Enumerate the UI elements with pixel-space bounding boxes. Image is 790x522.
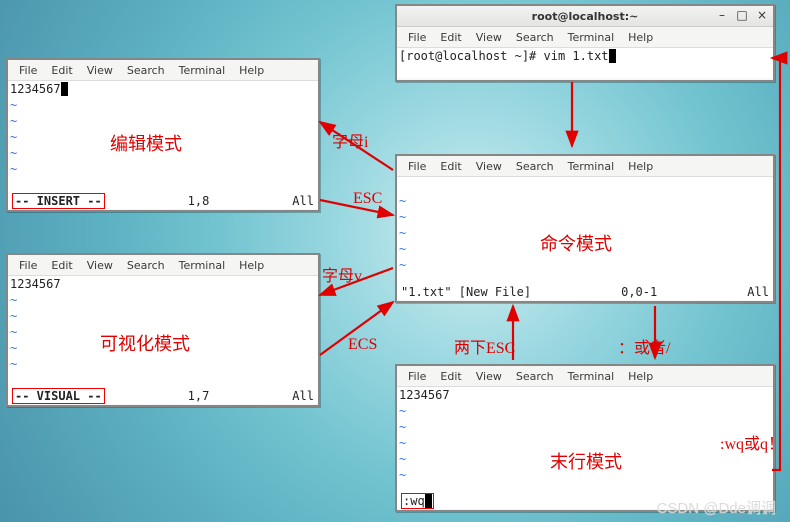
menu-file[interactable]: File	[401, 370, 433, 383]
scroll-pos: All	[292, 389, 314, 403]
menu-terminal[interactable]: Terminal	[172, 64, 233, 77]
menu-file[interactable]: File	[12, 64, 44, 77]
label-ecs: ECS	[348, 336, 377, 354]
menu-search[interactable]: Search	[509, 31, 561, 44]
menubar[interactable]: File Edit View Search Terminal Help	[397, 366, 773, 387]
close-icon[interactable]: ×	[755, 8, 769, 22]
window-title: root@localhost:~	[532, 10, 639, 23]
minimize-icon[interactable]: –	[715, 8, 729, 22]
cursor-icon	[61, 82, 68, 96]
label-esc: ESC	[353, 190, 382, 208]
menu-search[interactable]: Search	[120, 64, 172, 77]
menu-edit[interactable]: Edit	[433, 370, 468, 383]
menu-search[interactable]: Search	[509, 370, 561, 383]
buffer-content: 1234567	[10, 277, 61, 291]
watermark: CSDN @Dde调调	[657, 497, 776, 518]
menubar[interactable]: File Edit View Search Terminal Help	[397, 27, 773, 48]
cursor-pos: 1,7	[188, 389, 210, 403]
terminal-visual-mode: File Edit View Search Terminal Help 1234…	[6, 253, 320, 407]
terminal-body[interactable]: [root@localhost ~]# vim 1.txt	[397, 48, 773, 78]
menu-edit[interactable]: Edit	[44, 259, 79, 272]
maximize-icon[interactable]: □	[735, 8, 749, 22]
terminal-launch: root@localhost:~ – □ × File Edit View Se…	[395, 4, 775, 82]
menu-help[interactable]: Help	[232, 64, 271, 77]
menu-terminal[interactable]: Terminal	[172, 259, 233, 272]
menu-terminal[interactable]: Terminal	[561, 160, 622, 173]
label-letter-v: 字母v	[322, 262, 362, 286]
statusbar: -- INSERT -- 1,8 All	[8, 193, 318, 209]
menubar[interactable]: File Edit View Search Terminal Help	[397, 156, 773, 177]
menu-view[interactable]: View	[469, 370, 509, 383]
terminal-lastline-mode: File Edit View Search Terminal Help 1234…	[395, 364, 775, 512]
label-colon-slash: ：或者/	[618, 334, 670, 358]
menu-file[interactable]: File	[401, 160, 433, 173]
menu-help[interactable]: Help	[621, 31, 660, 44]
menu-help[interactable]: Help	[232, 259, 271, 272]
vim-mode-indicator: -- INSERT --	[12, 193, 105, 209]
buffer-content: 1234567	[399, 388, 450, 402]
menu-search[interactable]: Search	[120, 259, 172, 272]
file-status: "1.txt" [New File]	[401, 285, 531, 299]
titlebar[interactable]: root@localhost:~ – □ ×	[397, 6, 773, 27]
vim-mode-indicator: -- VISUAL --	[12, 388, 105, 404]
menu-view[interactable]: View	[80, 259, 120, 272]
cursor-pos: 1,8	[188, 194, 210, 208]
menu-file[interactable]: File	[12, 259, 44, 272]
menu-view[interactable]: View	[80, 64, 120, 77]
buffer-content: 1234567	[10, 82, 61, 96]
terminal-body[interactable]: 1234567 ~~~ ~~ :wq	[397, 387, 773, 509]
cursor-icon	[609, 49, 616, 63]
scroll-pos: All	[292, 194, 314, 208]
statusbar: -- VISUAL -- 1,7 All	[8, 388, 318, 404]
cursor-icon	[425, 494, 432, 508]
menu-help[interactable]: Help	[621, 160, 660, 173]
window-controls[interactable]: – □ ×	[715, 8, 769, 22]
menu-view[interactable]: View	[469, 31, 509, 44]
terminal-body[interactable]: ~~~ ~~ "1.txt" [New File] 0,0-1 All	[397, 177, 773, 300]
menu-help[interactable]: Help	[621, 370, 660, 383]
scroll-pos: All	[747, 285, 769, 299]
terminal-edit-mode: File Edit View Search Terminal Help 1234…	[6, 58, 320, 212]
menu-edit[interactable]: Edit	[44, 64, 79, 77]
menu-file[interactable]: File	[401, 31, 433, 44]
terminal-body[interactable]: 1234567 ~~~ ~~ -- VISUAL -- 1,7 All	[8, 276, 318, 404]
statusbar: "1.txt" [New File] 0,0-1 All	[397, 284, 773, 300]
lastline-cmd: :wq	[401, 493, 434, 509]
menu-view[interactable]: View	[469, 160, 509, 173]
menu-terminal[interactable]: Terminal	[561, 370, 622, 383]
label-two-esc: 两下ESC	[454, 334, 515, 358]
label-letter-i: 字母i	[332, 128, 368, 152]
menu-edit[interactable]: Edit	[433, 160, 468, 173]
menu-edit[interactable]: Edit	[433, 31, 468, 44]
menubar[interactable]: File Edit View Search Terminal Help	[8, 60, 318, 81]
shell-prompt: [root@localhost ~]# vim 1.txt	[399, 49, 609, 63]
terminal-body[interactable]: 1234567 ~~~ ~~ -- INSERT -- 1,8 All	[8, 81, 318, 209]
menubar[interactable]: File Edit View Search Terminal Help	[8, 255, 318, 276]
menu-terminal[interactable]: Terminal	[561, 31, 622, 44]
cursor-pos: 0,0-1	[621, 285, 657, 299]
menu-search[interactable]: Search	[509, 160, 561, 173]
terminal-command-mode: File Edit View Search Terminal Help ~~~ …	[395, 154, 775, 303]
